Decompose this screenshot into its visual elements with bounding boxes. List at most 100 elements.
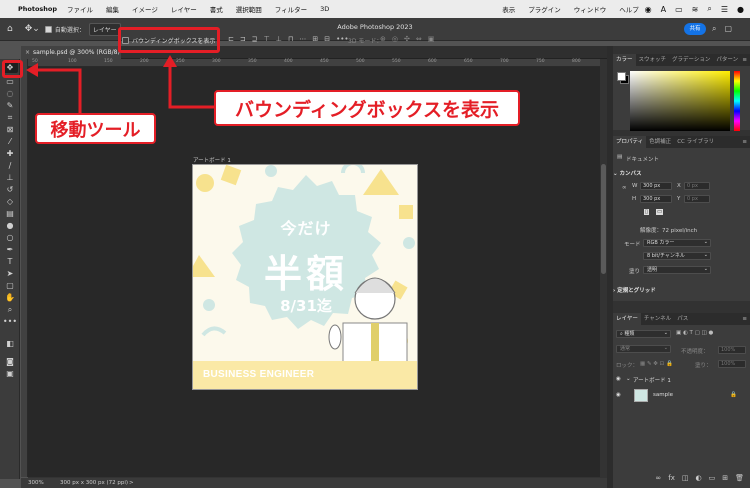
menu-filter[interactable]: フィルター (275, 4, 307, 14)
menu-layer[interactable]: レイヤー (171, 4, 197, 14)
link-dimensions-icon[interactable]: ∞ (622, 185, 627, 191)
more-options-icon[interactable]: ••• (336, 35, 348, 43)
artboard-canvas[interactable]: 今だけ 半額 8/31迄 BUSINESS ENGINEER (192, 164, 418, 390)
camera-icon[interactable]: ◉ (645, 5, 652, 14)
distribute-icon[interactable]: ⋯ (299, 35, 306, 43)
visibility-eye-icon[interactable]: ◉ (616, 376, 621, 382)
drag-3d-icon[interactable]: ✣ (404, 35, 410, 43)
object-select-tool-icon[interactable]: ✎ (2, 100, 18, 111)
add-mask-icon[interactable]: ◫ (682, 474, 689, 488)
menu-image[interactable]: イメージ (132, 4, 158, 14)
path-select-tool-icon[interactable]: ➤ (2, 268, 18, 279)
hue-slider[interactable] (734, 71, 740, 131)
hand-tool-icon[interactable]: ✋ (2, 292, 18, 303)
canvas-section-title[interactable]: ⌄ カンバス (613, 169, 642, 177)
panel-menu-icon[interactable]: ≡ (742, 316, 747, 322)
tab-color[interactable]: カラー (613, 54, 636, 66)
menu-edit[interactable]: 編集 (106, 4, 119, 14)
orbit-3d-icon[interactable]: ⊛ (380, 35, 386, 43)
zoom-tool-icon[interactable]: ⌕ (2, 304, 18, 315)
a-input-icon[interactable]: A (661, 5, 666, 14)
clone-stamp-tool-icon[interactable]: ⊥ (2, 172, 18, 183)
delete-layer-icon[interactable]: 🗑 (735, 474, 744, 488)
lock-icons[interactable]: ▦ ✎ ✥ ⊡ 🔒 (640, 361, 673, 367)
zoom-level[interactable]: 300% (28, 478, 44, 488)
close-icon[interactable]: × (25, 49, 30, 56)
align-bottom-icon[interactable]: ⊓ (288, 35, 293, 43)
tab-layers[interactable]: レイヤー (613, 313, 641, 325)
artboard-label[interactable]: アートボード 1 (193, 156, 231, 164)
pen-tool-icon[interactable]: ✒ (2, 244, 18, 255)
quick-mask-icon[interactable]: ◙ (2, 356, 18, 367)
align-right-icon[interactable]: ⊒ (252, 35, 258, 43)
slide-3d-icon[interactable]: ⇔ (416, 35, 422, 43)
menu-file[interactable]: ファイル (67, 4, 93, 14)
search-icon[interactable]: ⌕ (712, 24, 716, 34)
layer-row-artboard[interactable]: ◉ ⌄ アートボード 1 (613, 374, 750, 386)
blend-mode-dropdown[interactable]: 通常 (616, 345, 671, 353)
color-swatch-icon[interactable]: ◧ (2, 338, 18, 349)
opacity-input[interactable]: 100% (718, 346, 746, 354)
tab-paths[interactable]: パス (674, 313, 691, 325)
search-icon[interactable]: ⌕ (707, 4, 711, 14)
scale-3d-icon[interactable]: ▣ (428, 35, 435, 43)
document-info[interactable]: 300 px x 300 px (72 ppi) (60, 478, 128, 488)
roll-3d-icon[interactable]: ◎ (392, 35, 398, 43)
share-button[interactable]: 共有 (684, 23, 706, 35)
home-icon[interactable]: ⌂ (7, 24, 13, 34)
control-center-icon[interactable]: ☰ (721, 5, 728, 14)
panel-menu-icon[interactable]: ≡ (742, 139, 747, 145)
adjustment-layer-icon[interactable]: ◐ (696, 474, 702, 488)
healing-brush-tool-icon[interactable]: ✚ (2, 148, 18, 159)
vertical-scrollbar[interactable] (600, 59, 607, 477)
tab-adjustments[interactable]: 色調補正 (646, 136, 674, 148)
guides-section-title[interactable]: › 定規とグリッド (613, 286, 656, 294)
link-layers-icon[interactable]: ∞ (655, 474, 661, 488)
layer-filter-icons[interactable]: ▣ ◐ T ▢ ◫ ● (676, 330, 713, 336)
move-tool-preset-icon[interactable]: ✥⌄ (25, 24, 40, 34)
siri-icon[interactable]: ● (737, 5, 744, 14)
align-middle-icon[interactable]: ⊥ (276, 35, 282, 43)
height-input[interactable]: 300 px (640, 195, 672, 203)
eraser-tool-icon[interactable]: ◇ (2, 196, 18, 207)
menu-type[interactable]: 書式 (210, 4, 223, 14)
tab-patterns[interactable]: パターン (713, 54, 741, 66)
bit-depth-dropdown[interactable]: 8 bit/チャンネル (643, 252, 711, 260)
color-mode-dropdown[interactable]: RGB カラー (643, 239, 711, 247)
distribute-v-icon[interactable]: ⊟ (324, 35, 330, 43)
chevron-down-icon[interactable]: ⌄ (626, 376, 631, 382)
battery-icon[interactable]: ▭ (675, 5, 683, 14)
wifi-icon[interactable]: ≋ (692, 5, 699, 14)
vertical-ruler[interactable] (21, 59, 28, 477)
auto-select-target-dropdown[interactable]: レイヤー (88, 22, 121, 36)
brush-tool-icon[interactable]: ∕ (2, 160, 18, 171)
tab-cc-libraries[interactable]: CC ライブラリ (674, 136, 717, 148)
y-input[interactable]: 0 px (684, 195, 710, 203)
tab-swatches[interactable]: スウォッチ (636, 54, 670, 66)
panel-menu-icon[interactable]: ≡ (742, 57, 747, 63)
eyedropper-tool-icon[interactable]: ⁄ (2, 136, 18, 147)
app-menu[interactable]: Photoshop (18, 5, 57, 13)
horizontal-ruler[interactable]: 50 100 150 200 250 300 350 400 450 500 5… (28, 59, 600, 67)
more-tools-icon[interactable]: ••• (2, 316, 18, 327)
blur-tool-icon[interactable]: ● (2, 220, 18, 231)
new-layer-icon[interactable]: ⊞ (722, 474, 728, 488)
document-tab[interactable]: × sample.psd @ 300% (RGB/8) (21, 46, 121, 59)
tab-channels[interactable]: チャンネル (641, 313, 674, 325)
landscape-orientation-icon[interactable]: ▭ (656, 209, 664, 215)
screen-mode-icon[interactable]: ▣ (2, 368, 18, 379)
layer-style-icon[interactable]: fx (668, 474, 675, 488)
distribute-h-icon[interactable]: ⊞ (312, 35, 318, 43)
foreground-color-swatch[interactable] (617, 72, 626, 81)
workspace-icon[interactable]: ▢ (724, 24, 732, 34)
menu-plugins[interactable]: プラグイン (528, 4, 561, 14)
portrait-orientation-icon[interactable]: ▯ (644, 209, 650, 215)
menu-select[interactable]: 選択範囲 (236, 4, 262, 14)
tab-properties[interactable]: プロパティ (613, 136, 647, 148)
align-center-icon[interactable]: ⊐ (240, 35, 246, 43)
menu-3d[interactable]: 3D (320, 5, 329, 13)
width-input[interactable]: 300 px (640, 182, 672, 190)
menu-view[interactable]: 表示 (502, 4, 515, 14)
fill-opacity-input[interactable]: 100% (718, 360, 746, 368)
align-left-icon[interactable]: ⊏ (228, 35, 234, 43)
